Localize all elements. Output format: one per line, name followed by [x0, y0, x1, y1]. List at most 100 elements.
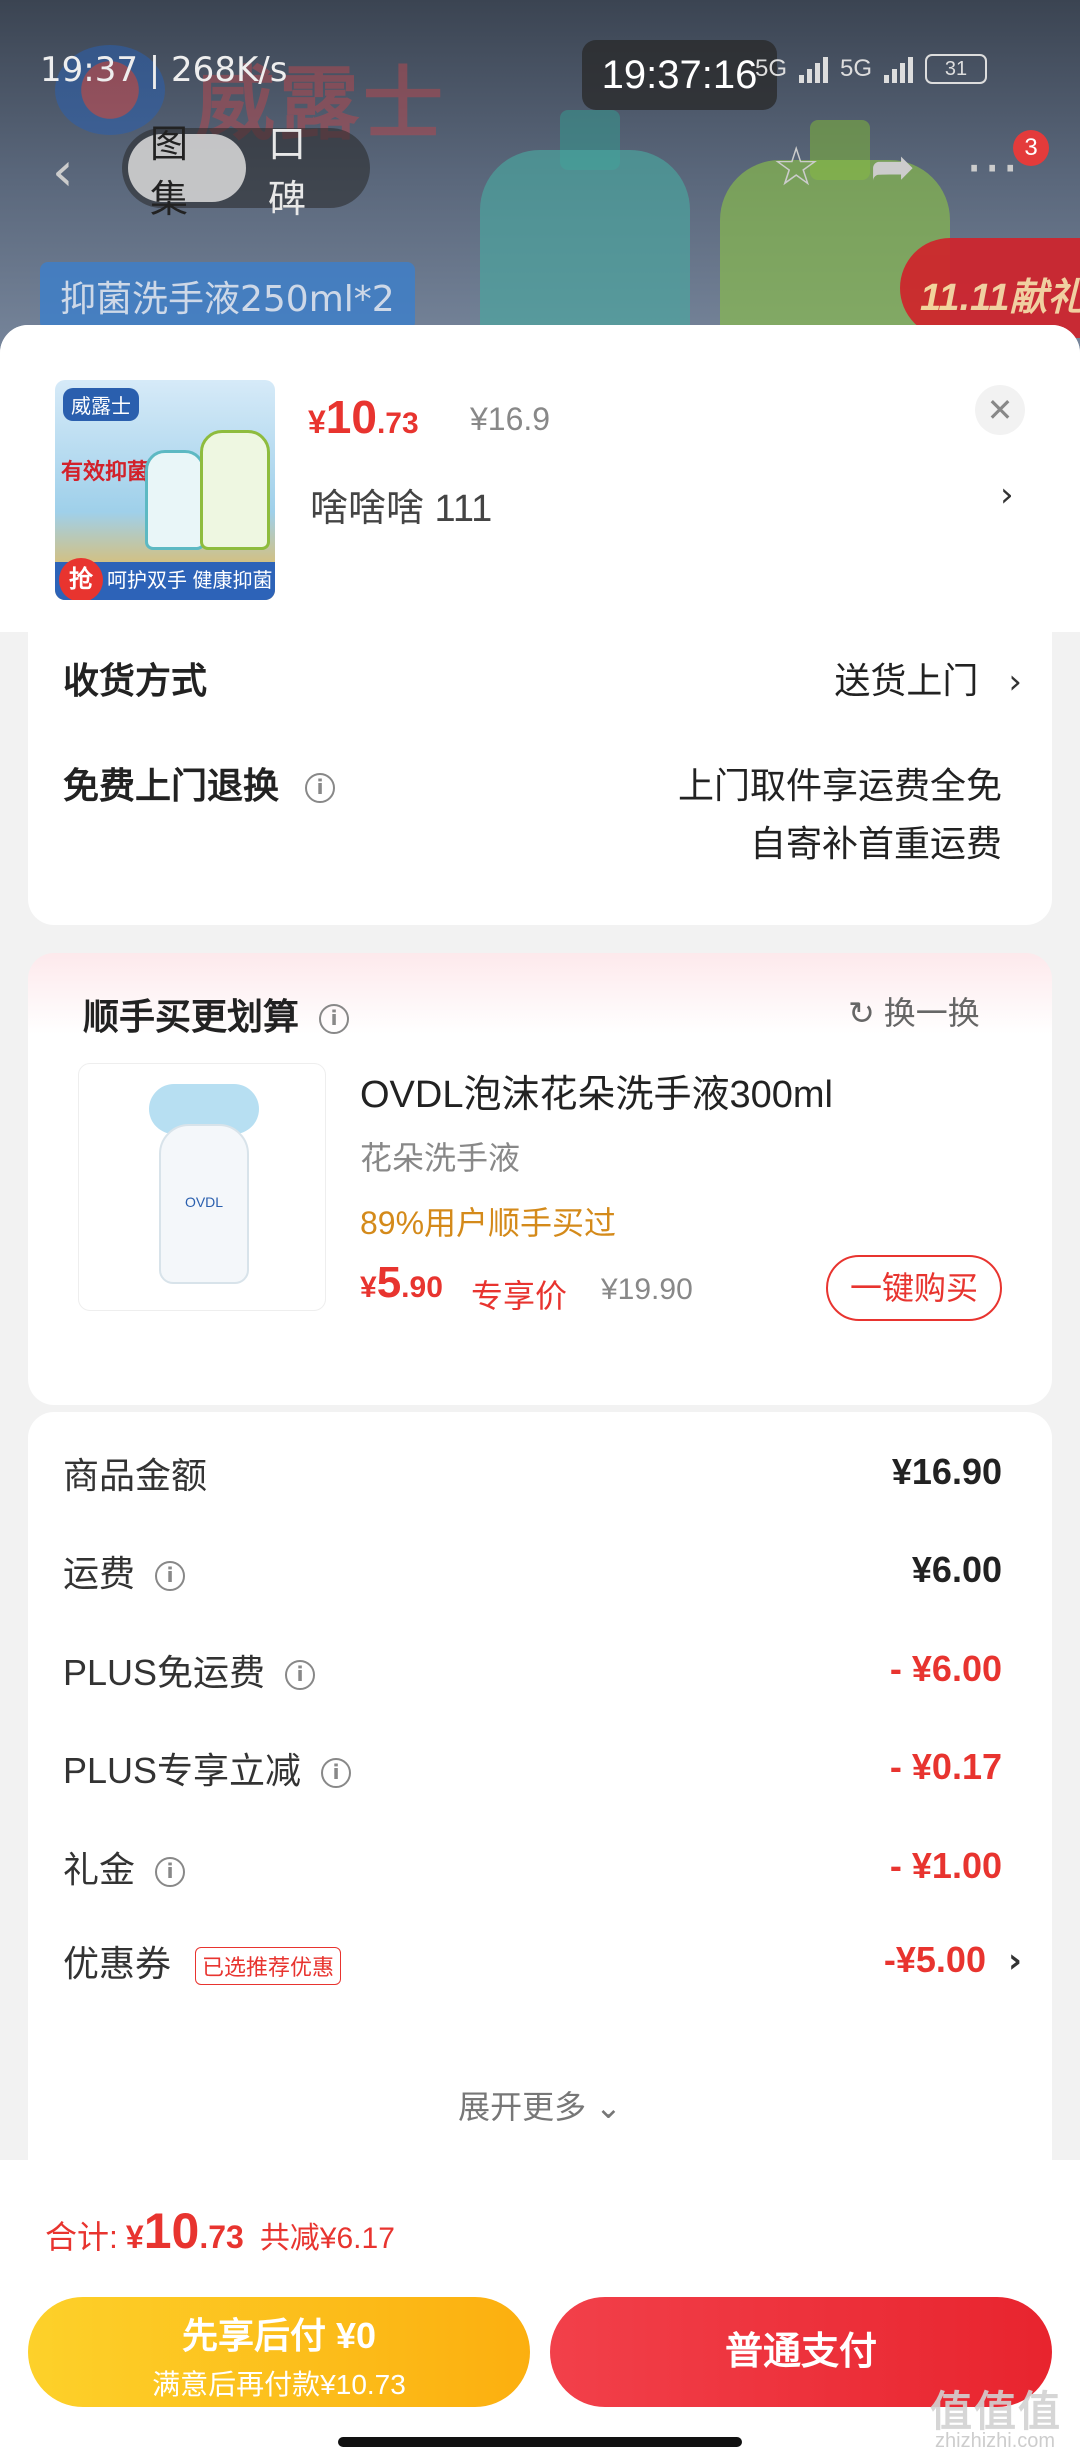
price-decimal: .73 [376, 407, 419, 440]
pay-later-subtitle: 满意后再付款¥10.73 [152, 2369, 406, 2400]
info-icon[interactable]: i [155, 1857, 186, 1888]
summary-row: 礼金 i - ¥1.00 [28, 1841, 1052, 1901]
summary-label-text: 运费 [63, 1553, 136, 1594]
coupon-tag: 已选推荐优惠 [195, 1947, 342, 1986]
total-saved: 共减¥6.17 [259, 2222, 395, 2255]
battery-icon: 31 [925, 54, 988, 84]
hero-banner: 抑菌洗手液250ml*2 [40, 262, 415, 330]
summary-label: PLUS免运费 i [63, 1644, 316, 1696]
price-integer: 5 [376, 1258, 402, 1307]
close-icon[interactable]: ✕ [975, 385, 1025, 435]
thumb-badge: 抢 [59, 558, 103, 600]
free-return-label: 免费上门退换 i [63, 757, 336, 809]
exclusive-price-label: 专享价 [471, 1278, 568, 1314]
summary-value: - ¥1.00 [889, 1845, 1002, 1886]
checkout-footer: 合计: ¥ 10 .73 共减¥6.17 先享后付 ¥0 满意后再付款¥10.7… [0, 2160, 1080, 2460]
home-indicator[interactable] [338, 2437, 742, 2447]
total-integer: 10 [143, 2203, 200, 2259]
summary-label-text: 优惠券 [63, 1943, 172, 1984]
back-icon[interactable]: ‹ [52, 140, 74, 203]
delivery-method-value: 送货上门 [834, 660, 979, 701]
gallery-tabs: 图集 口碑 [122, 122, 370, 221]
status-time: 19:37:16 [582, 40, 777, 110]
signal-icon [799, 55, 829, 83]
coupon-row[interactable]: 优惠券 已选推荐优惠 -¥5.00 › [28, 1935, 1052, 1995]
summary-label-text: PLUS专享立减 [63, 1750, 302, 1791]
favorite-star-icon[interactable]: ☆ [772, 135, 820, 198]
upsell-bottle-label: OVDL [184, 1194, 224, 1210]
summary-label: 优惠券 已选推荐优惠 [63, 1935, 342, 1987]
one-click-buy-button[interactable]: 一键购买 [826, 1255, 1002, 1321]
network-label: 5G [755, 55, 788, 82]
pay-later-button[interactable]: 先享后付 ¥0 满意后再付款¥10.73 [28, 2297, 530, 2407]
summary-value: ¥6.00 [911, 1549, 1002, 1590]
chevron-right-icon[interactable]: › [1000, 475, 1014, 515]
product-price: ¥ 10 .73 [308, 390, 419, 444]
more-icon[interactable]: ⋯ [965, 135, 1019, 198]
message-count-badge: 3 [1013, 130, 1049, 166]
product-thumbnail[interactable]: 威露士 有效抑菌 99.9% 呵护双手 健康抑菌 抢 [55, 380, 275, 600]
summary-label: 商品金额 [63, 1455, 208, 1496]
status-left-text: 19:37 | 268K/s [40, 50, 288, 90]
price-symbol: ¥ [308, 404, 326, 440]
share-icon[interactable]: ➦ [870, 135, 915, 198]
watermark-url: zhizhizhi.com [935, 2430, 1056, 2452]
summary-row: 运费 i ¥6.00 [28, 1545, 1052, 1605]
summary-label: PLUS专享立减 i [63, 1742, 352, 1794]
network-label-2: 5G [840, 55, 873, 82]
status-bar: 19:37 | 268K/s 19:37:16 5G 5G 31 [0, 40, 1080, 110]
summary-value: - ¥6.00 [889, 1648, 1002, 1689]
price-integer: 10 [325, 391, 377, 443]
summary-row: PLUS专享立减 i - ¥0.17 [28, 1742, 1052, 1802]
upsell-social-proof: 89%用户顺手买过 [360, 1205, 617, 1241]
expand-more-button[interactable]: 展开更多 ⌄ [28, 2082, 1052, 2128]
summary-value: ¥16.90 [891, 1451, 1002, 1492]
tab-gallery[interactable]: 图集 [128, 122, 246, 221]
upsell-subtitle: 花朵洗手液 [360, 1140, 521, 1176]
chevron-right-icon: › [1007, 1941, 1022, 1981]
thumb-bottle-blue [145, 450, 205, 550]
refresh-icon: ↻ [848, 994, 875, 1032]
thumb-bottle-green [200, 430, 270, 550]
info-icon[interactable]: i [319, 1004, 350, 1035]
delivery-method-row[interactable]: 送货上门 › [834, 652, 1022, 704]
summary-value: -¥5.00 › [884, 1939, 1022, 1981]
info-icon[interactable]: i [285, 1660, 316, 1691]
original-price: ¥16.9 [470, 401, 551, 437]
free-return-line1: 上门取件享运费全免 [677, 765, 1002, 806]
total-decimal: .73 [199, 2219, 244, 2255]
tab-reviews[interactable]: 口碑 [246, 122, 364, 221]
thumb-brand-logo: 威露士 [63, 388, 139, 421]
product-header: 威露士 有效抑菌 99.9% 呵护双手 健康抑菌 抢 ¥ 10 .73 ¥16.… [0, 325, 1080, 632]
summary-value: - ¥0.17 [889, 1746, 1002, 1787]
upsell-title-text: 顺手买更划算 [83, 996, 300, 1037]
price-decimal: .90 [401, 1271, 443, 1304]
delivery-card: 收货方式 送货上门 › 免费上门退换 i 上门取件享运费全免 自寄补首重运费 [28, 632, 1052, 925]
product-spec[interactable]: 啥啥啥 111 [310, 477, 492, 532]
summary-label: 运费 i [63, 1545, 186, 1597]
status-indicators: 5G 5G 31 [755, 54, 988, 84]
summary-row: 商品金额 ¥16.90 [28, 1447, 1052, 1507]
info-icon[interactable]: i [321, 1758, 352, 1789]
upsell-title: 顺手买更划算 i [83, 988, 350, 1040]
delivery-method-label: 收货方式 [63, 660, 208, 701]
summary-label-text: PLUS免运费 [63, 1652, 266, 1693]
upsell-card: 顺手买更划算 i ↻ 换一换 OVDL OVDL泡沫花朵洗手液300ml 花朵洗… [28, 953, 1052, 1405]
upsell-price: ¥ 5 .90 [360, 1258, 443, 1308]
expand-label: 展开更多 [458, 2089, 587, 2125]
coupon-value: -¥5.00 [883, 1939, 986, 1980]
total-label: 合计: [45, 2219, 118, 2255]
free-return-value: 上门取件享运费全免 自寄补首重运费 [678, 757, 1002, 873]
free-return-line2: 自寄补首重运费 [749, 823, 1002, 864]
upsell-product-image[interactable]: OVDL [78, 1063, 326, 1311]
promo-badge: 11.11献礼 [900, 238, 1080, 338]
info-icon[interactable]: i [305, 773, 336, 804]
summary-row: PLUS免运费 i - ¥6.00 [28, 1644, 1052, 1704]
info-icon[interactable]: i [155, 1561, 186, 1592]
summary-label: 礼金 i [63, 1841, 186, 1893]
order-total: 合计: ¥ 10 .73 共减¥6.17 [45, 2202, 395, 2260]
signal-icon-2 [884, 55, 914, 83]
swap-button[interactable]: ↻ 换一换 [848, 988, 980, 1034]
upsell-product-name[interactable]: OVDL泡沫花朵洗手液300ml [360, 1063, 833, 1118]
free-return-text: 免费上门退换 [63, 765, 280, 806]
